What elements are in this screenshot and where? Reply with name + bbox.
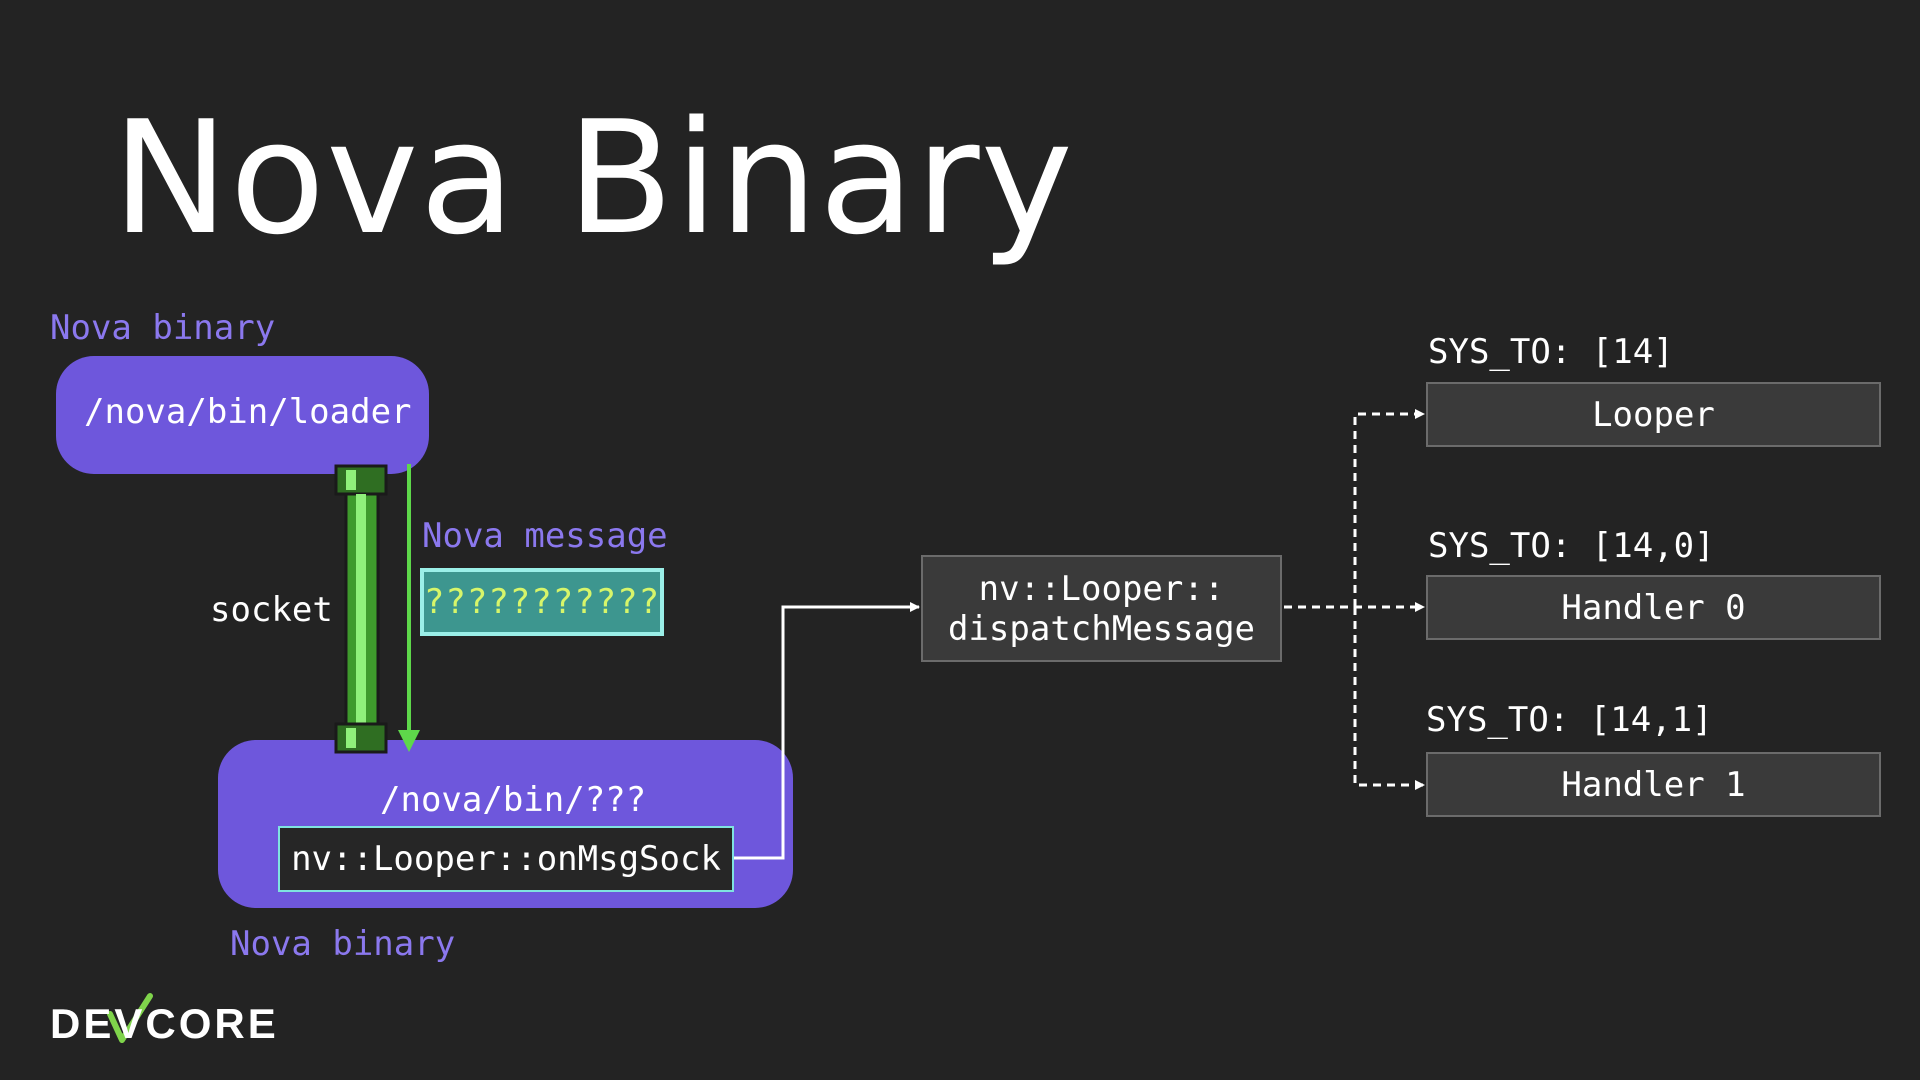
connector-layer: [107, 409, 1425, 1043]
dispatch-to-handlers-connector: [1284, 409, 1425, 790]
devcore-logo: DEVCORE: [50, 1000, 279, 1047]
message-arrow-icon: [398, 464, 420, 752]
onmsgsock-to-dispatch-connector: [734, 602, 920, 860]
socket-pipe-icon: [334, 464, 388, 754]
